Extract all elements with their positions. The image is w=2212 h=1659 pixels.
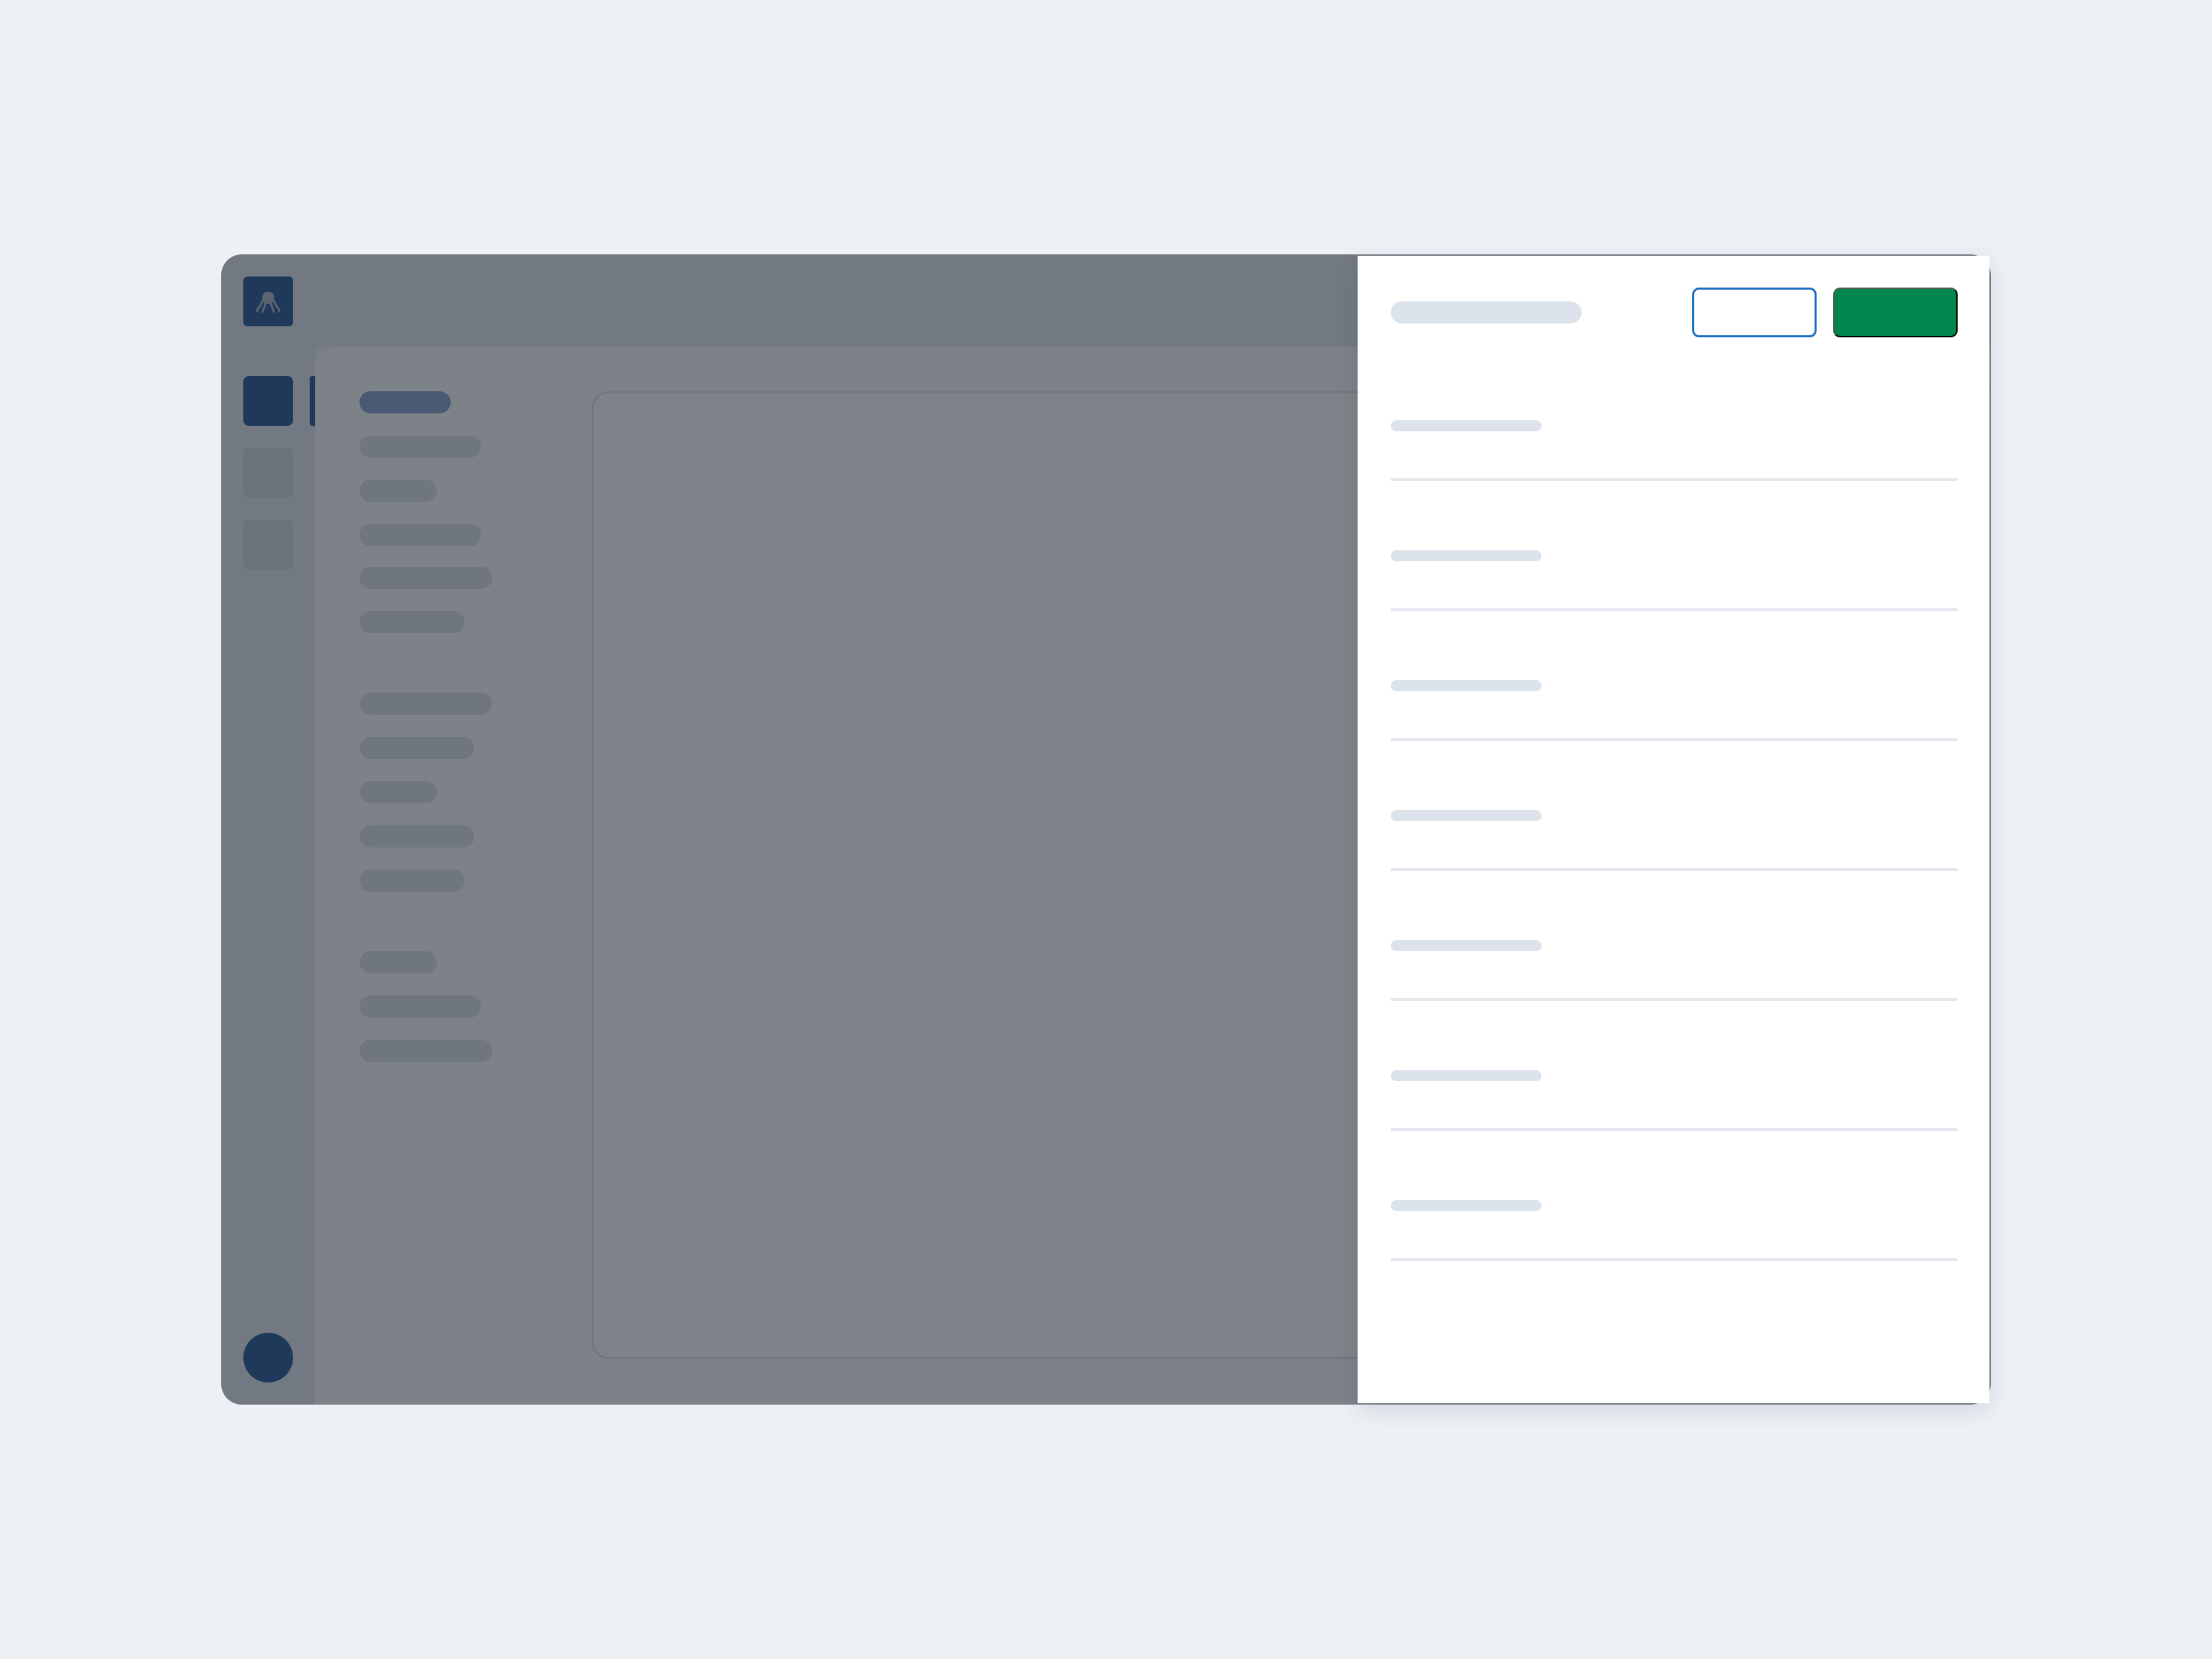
form-field[interactable] — [1391, 1200, 1958, 1330]
panel-title — [1391, 301, 1582, 324]
form-field[interactable] — [1391, 420, 1958, 550]
field-input-line[interactable] — [1391, 998, 1958, 1001]
form-field[interactable] — [1391, 680, 1958, 810]
side-panel — [1358, 256, 1989, 1403]
field-input-line[interactable] — [1391, 608, 1958, 611]
field-input-line[interactable] — [1391, 868, 1958, 871]
form-field[interactable] — [1391, 810, 1958, 940]
field-input-line[interactable] — [1391, 1258, 1958, 1261]
field-label — [1391, 550, 1541, 561]
form-field[interactable] — [1391, 940, 1958, 1070]
field-input-line[interactable] — [1391, 478, 1958, 481]
field-label — [1391, 420, 1541, 431]
field-label — [1391, 940, 1541, 951]
form-field[interactable] — [1391, 550, 1958, 680]
cancel-button[interactable] — [1692, 288, 1817, 337]
field-label — [1391, 1200, 1541, 1211]
field-input-line[interactable] — [1391, 1128, 1958, 1131]
form-field[interactable] — [1391, 1070, 1958, 1200]
field-label — [1391, 810, 1541, 821]
field-label — [1391, 680, 1541, 691]
field-label — [1391, 1070, 1541, 1081]
save-button[interactable] — [1833, 288, 1958, 337]
field-input-line[interactable] — [1391, 738, 1958, 741]
